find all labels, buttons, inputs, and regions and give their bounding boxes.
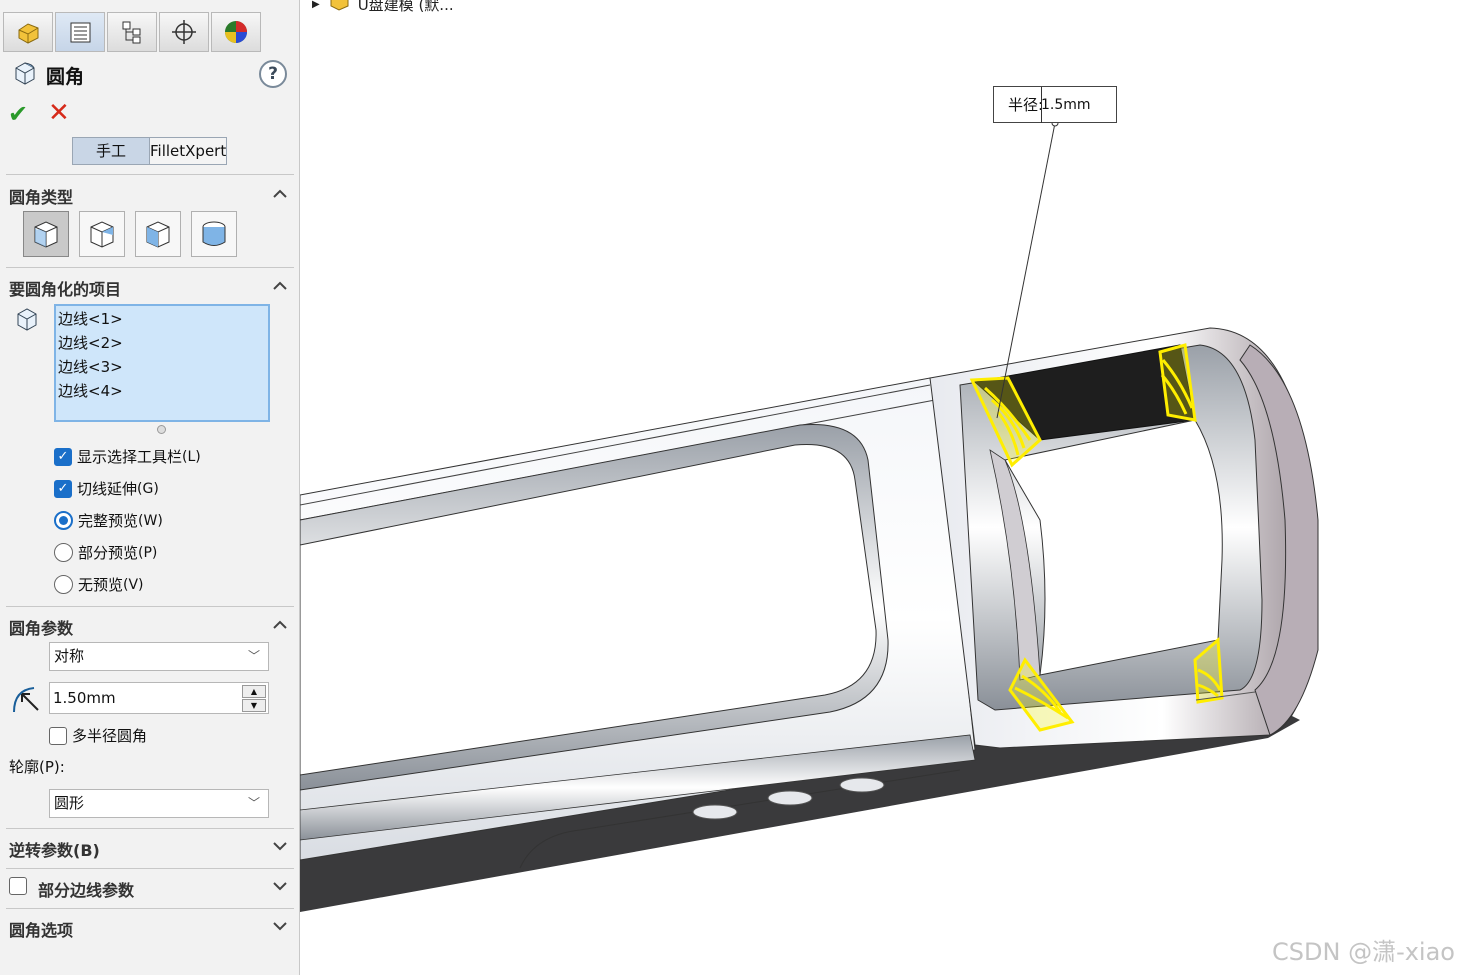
option-label: 部分预览 (78, 544, 139, 562)
chevron-down-icon[interactable] (273, 879, 287, 893)
side-bump (839, 777, 885, 793)
chevron-up-icon[interactable] (273, 279, 287, 293)
select-value: 对称 (54, 647, 85, 665)
chevron-up-icon[interactable] (273, 187, 287, 201)
option-shortcut: (W) (138, 512, 163, 529)
fillet-options-title[interactable]: 圆角选项 (9, 917, 73, 941)
part-icon (328, 0, 350, 16)
section-divider (6, 174, 294, 175)
items-to-fillet-title: 要圆角化的项目 (9, 280, 122, 299)
radius-input[interactable]: 1.50mm ▲ ▼ (49, 682, 269, 714)
face-fillet-button[interactable] (135, 211, 181, 257)
option-shortcut: (G) (137, 480, 159, 497)
section-divider (6, 908, 294, 909)
multi-radius-checkbox[interactable] (49, 726, 67, 745)
variable-size-fillet-button[interactable] (79, 211, 125, 257)
feature-manager-icon[interactable] (3, 12, 53, 52)
multi-radius-option[interactable]: 多半径圆角 (49, 725, 147, 746)
partial-preview-option[interactable]: 部分预览 (P) (54, 542, 157, 563)
option-shortcut: (L) (182, 448, 201, 465)
list-item[interactable]: 边线<1> (58, 307, 266, 331)
full-preview-radio[interactable] (54, 511, 73, 530)
manual-mode-button[interactable]: 手工 (72, 137, 150, 165)
partial-preview-radio[interactable] (54, 543, 73, 562)
part-name[interactable]: U盘建模 (默... (358, 0, 454, 15)
list-item[interactable]: 边线<3> (58, 355, 266, 379)
graphics-viewport[interactable]: ▶ U盘建模 (默... 半径: 1.5mm CSDN @潇-xiao (300, 0, 1461, 975)
property-manager-panel: 圆角 ? ✔ ✕ 手工 FilletXpert 圆角类型 要圆角化的项目 边线<… (0, 0, 300, 975)
no-preview-option[interactable]: 无预览 (V) (54, 574, 144, 595)
edge-selection-list[interactable]: 边线<1> 边线<2> 边线<3> 边线<4> (54, 304, 270, 422)
radius-value: 1.50mm (53, 689, 116, 707)
radius-callout[interactable]: 半径: 1.5mm (993, 86, 1117, 123)
fillet-feature-icon (12, 60, 38, 90)
chevron-down-icon[interactable] (273, 839, 287, 853)
tangent-propagation-option[interactable]: ✓ 切线延伸 (G) (54, 478, 159, 499)
option-shortcut: (P) (138, 544, 158, 561)
show-selection-toolbar-option[interactable]: ✓ 显示选择工具栏 (L) (54, 446, 201, 467)
chevron-up-icon[interactable] (273, 618, 287, 632)
section-divider (6, 606, 294, 607)
partial-edge-checkbox[interactable] (9, 877, 27, 895)
profile-label: 轮廓(P): (9, 758, 65, 776)
radius-icon (10, 682, 44, 718)
no-preview-radio[interactable] (54, 575, 73, 594)
option-label: 完整预览 (78, 512, 139, 530)
chevron-down-icon: ﹀ (247, 649, 260, 663)
section-divider (6, 267, 294, 268)
usb-model-view[interactable] (300, 0, 1461, 975)
callout-label: 半径: (1008, 96, 1044, 114)
reverse-params-title[interactable]: 逆转参数(B) (9, 837, 100, 861)
feature-title: 圆角 (46, 66, 85, 88)
fillet-type-title: 圆角类型 (9, 188, 74, 207)
select-value: 圆形 (54, 794, 85, 812)
cancel-x-icon[interactable]: ✕ (48, 98, 70, 128)
partial-edge-params-title[interactable]: 部分边线参数 (38, 877, 134, 901)
list-item[interactable]: 边线<2> (58, 331, 266, 355)
full-preview-option[interactable]: 完整预览 (W) (54, 510, 163, 531)
spin-down-icon[interactable]: ▼ (242, 699, 266, 712)
full-round-fillet-button[interactable] (191, 211, 237, 257)
list-resize-handle[interactable] (157, 425, 166, 434)
profile-select[interactable]: 圆形 ﹀ (49, 789, 269, 818)
dimxpert-icon[interactable] (159, 12, 209, 52)
callout-value[interactable]: 1.5mm (1041, 87, 1091, 123)
section-divider (6, 828, 294, 829)
feature-tree-root[interactable]: ▶ U盘建模 (默... (312, 0, 454, 16)
watermark: CSDN @潇-xiao (1272, 938, 1455, 966)
help-icon[interactable]: ? (259, 60, 287, 88)
option-label: 多半径圆角 (72, 727, 148, 745)
display-manager-icon[interactable] (211, 12, 261, 52)
list-item[interactable]: 边线<4> (58, 379, 266, 403)
option-shortcut: (V) (123, 576, 144, 593)
side-bump (692, 804, 738, 820)
spin-up-icon[interactable]: ▲ (242, 685, 266, 698)
configuration-manager-icon[interactable] (107, 12, 157, 52)
panel-tab-bar (0, 12, 300, 52)
property-manager-icon[interactable] (55, 12, 105, 52)
section-divider (6, 868, 294, 869)
option-label: 显示选择工具栏 (77, 448, 183, 466)
expand-arrow-icon[interactable]: ▶ (312, 0, 320, 10)
constant-size-fillet-button[interactable] (23, 211, 69, 257)
option-label: 切线延伸 (77, 480, 138, 498)
option-label: 无预览 (78, 576, 124, 594)
side-bump (767, 790, 813, 806)
show-toolbar-checkbox[interactable]: ✓ (54, 447, 72, 466)
chevron-down-icon[interactable] (273, 919, 287, 933)
fillet-params-title: 圆角参数 (9, 619, 74, 638)
filletxpert-mode-button[interactable]: FilletXpert (149, 137, 227, 165)
ok-check-icon[interactable]: ✔ (8, 100, 28, 128)
fillet-method-select[interactable]: 对称 ﹀ (49, 642, 269, 671)
edge-selection-icon (14, 306, 40, 336)
chevron-down-icon: ﹀ (247, 796, 260, 810)
tangent-checkbox[interactable]: ✓ (54, 479, 72, 498)
